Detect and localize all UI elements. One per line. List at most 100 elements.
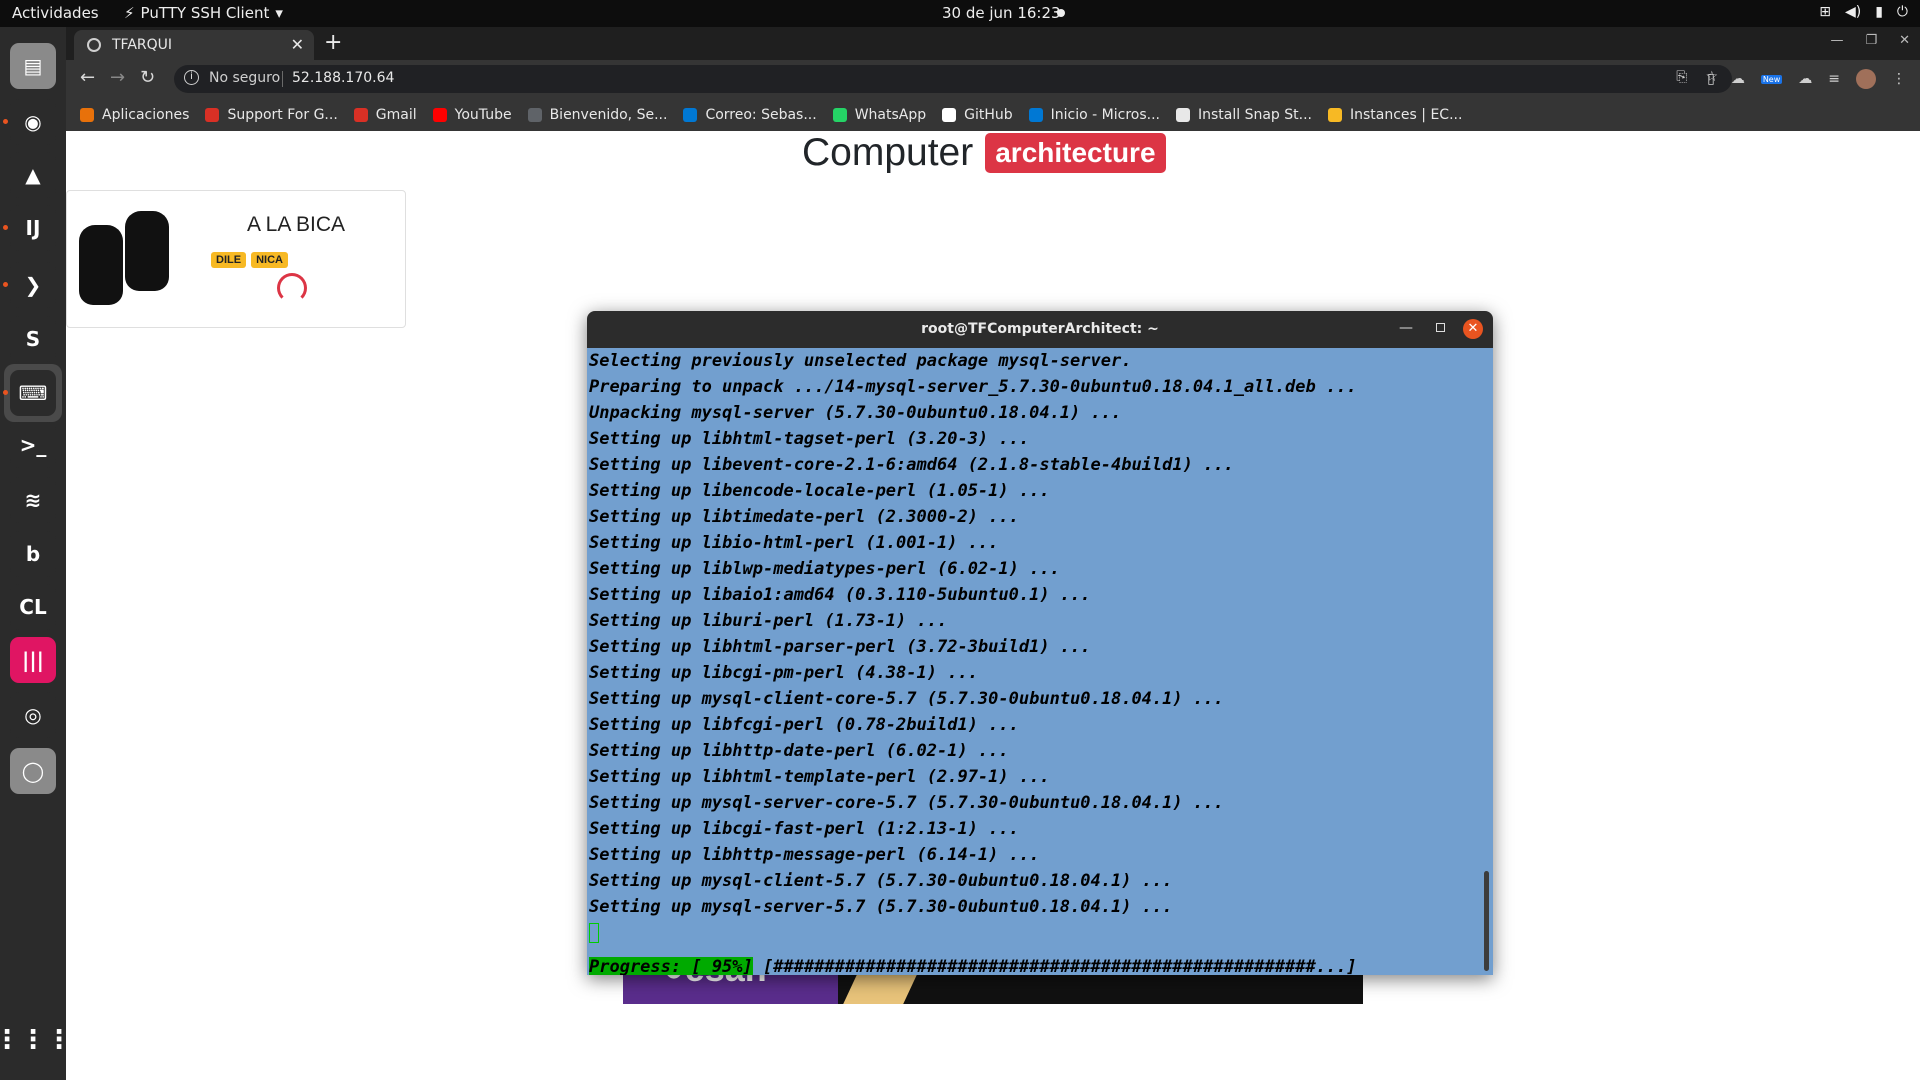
bookmark-item[interactable]: YouTube — [432, 107, 512, 123]
terminal-line: Setting up libfcgi-perl (0.78-2build1) .… — [589, 715, 1019, 735]
vscode-icon[interactable]: ❯ — [10, 262, 56, 308]
address-bar[interactable]: i No seguro 52.188.170.64 ⎘ ☆ — [174, 65, 1732, 93]
extension-icon[interactable]: ☁ — [1731, 71, 1745, 87]
terminal-icon[interactable]: >_ — [10, 422, 56, 468]
restore-icon[interactable]: ❐ — [1865, 33, 1877, 48]
running-indicator — [3, 390, 8, 395]
bookmark-item[interactable]: Bienvenido, Se... — [527, 107, 667, 123]
bookmark-item[interactable]: Install Snap St... — [1175, 106, 1312, 123]
activities-button[interactable]: Actividades — [12, 4, 99, 22]
terminal-line: Setting up mysql-client-core-5.7 (5.7.30… — [589, 689, 1224, 709]
bookmark-item[interactable]: Gmail — [353, 106, 417, 123]
forward-icon[interactable]: → — [110, 67, 125, 88]
terminal-line: Setting up libcgi-pm-perl (4.38-1) ... — [589, 663, 978, 683]
terminal-line: Selecting previously unselected package … — [589, 351, 1132, 371]
globe-icon — [87, 38, 101, 52]
volume-icon: ◀) — [1844, 4, 1862, 20]
power-icon: ⏻ — [1896, 4, 1908, 20]
bookmark-label: Install Snap St... — [1197, 106, 1312, 123]
chevron-down-icon: ▾ — [275, 4, 283, 22]
bookmark-item[interactable]: Support For G... — [205, 106, 338, 123]
scrollbar-thumb[interactable] — [1484, 871, 1489, 971]
tab-close-icon[interactable]: ✕ — [291, 35, 304, 54]
heading-badge: architecture — [985, 133, 1166, 173]
terminal-line: Setting up mysql-client-5.7 (5.7.30-0ubu… — [589, 871, 1173, 891]
chrome-icon[interactable]: ◉ — [10, 99, 56, 145]
reload-icon[interactable]: ↻ — [140, 67, 155, 88]
bookmark-label: Gmail — [375, 106, 417, 123]
bookmark-item[interactable]: Instances | EC... — [1327, 106, 1463, 123]
new-tab-button[interactable]: + — [324, 30, 342, 55]
minimize-icon[interactable]: — — [1830, 33, 1843, 48]
browser-toolbar: ← → ↻ i No seguro 52.188.170.64 ⎘ ☆ ▯ ☁ … — [66, 60, 1920, 98]
terminal-titlebar[interactable]: root@TFComputerArchitect: ~ — ✕ — [587, 311, 1493, 348]
progress-line: Progress: [ 95%] [######################… — [589, 954, 1357, 975]
terminal-line: Setting up libencode-locale-perl (1.05-1… — [589, 481, 1050, 501]
minimize-icon[interactable]: — — [1399, 320, 1413, 336]
bookmark-favicon-icon — [1175, 107, 1190, 122]
show-apps-icon[interactable]: ⋮⋮⋮ — [0, 1017, 72, 1063]
terminal-output[interactable]: Selecting previously unselected package … — [587, 348, 1481, 975]
info-icon[interactable]: i — [184, 70, 199, 85]
terminal-line: Setting up libaio1:amd64 (0.3.110-5ubunt… — [589, 585, 1091, 605]
bookmark-item[interactable]: Inicio - Micros... — [1028, 107, 1160, 123]
media-icon[interactable]: ≡ — [1828, 71, 1840, 87]
clock[interactable]: 30 de jun 16:23 — [942, 4, 1061, 22]
divider — [282, 71, 283, 87]
translate-icon[interactable]: ⎘ — [1676, 69, 1687, 85]
bookmark-favicon-icon — [432, 107, 447, 122]
back-icon[interactable]: ← — [80, 67, 95, 88]
bookmark-item[interactable]: Correo: Sebas... — [683, 106, 817, 123]
close-icon[interactable]: ✕ — [1463, 319, 1483, 339]
card-title: A LA BICA — [247, 213, 346, 236]
terminal-line: Setting up libhtml-tagset-perl (3.20-3) … — [589, 429, 1030, 449]
system-tray[interactable]: ⊞ ◀) ▮ ⏻ — [1819, 4, 1908, 20]
terminal-line: Unpacking mysql-server (5.7.30-0ubuntu0.… — [589, 403, 1122, 423]
extension-icon[interactable]: ▯ — [1707, 71, 1715, 87]
terminal-line: Setting up libhtml-template-perl (2.97-1… — [589, 767, 1050, 787]
obs-icon[interactable]: ◎ — [10, 692, 56, 738]
bookmark-item[interactable]: Aplicaciones — [80, 107, 189, 123]
avatar[interactable] — [1856, 69, 1876, 89]
app-menu[interactable]: ⚡ PuTTY SSH Client ▾ — [124, 4, 283, 22]
intellij-icon[interactable]: IJ — [10, 205, 56, 251]
close-icon[interactable]: ✕ — [1899, 33, 1910, 48]
bitwarden-icon[interactable]: b — [10, 531, 56, 577]
maximize-icon[interactable] — [1436, 323, 1445, 332]
product-card[interactable]: A LA BICA DILE NICA — [66, 190, 406, 328]
terminal-line: Setting up liburi-perl (1.73-1) ... — [589, 611, 948, 631]
browser-tab[interactable]: TFARQUI ✕ — [74, 30, 314, 60]
bookmark-favicon-icon — [353, 107, 368, 122]
cloud-icon[interactable]: ☁ — [1798, 71, 1812, 87]
terminal-line: Setting up liblwp-mediatypes-perl (6.02-… — [589, 559, 1060, 579]
terminal-window[interactable]: root@TFComputerArchitect: ~ — ✕ Selectin… — [587, 311, 1493, 975]
bookmark-label: Instances | EC... — [1349, 106, 1463, 123]
page-heading: Computer — [802, 131, 974, 174]
bookmark-label: Correo: Sebas... — [705, 106, 817, 123]
app-menu-label: PuTTY SSH Client — [140, 4, 270, 22]
url-text[interactable]: 52.188.170.64 — [292, 70, 394, 86]
bookmark-item[interactable]: WhatsApp — [832, 107, 926, 123]
files-icon[interactable]: ▤ — [10, 43, 56, 89]
dock: ▤ ◉ ▲ IJ ❯ S ⌨ >_ ≋ b CL ||| ◎ ◯ ⋮⋮⋮ — [0, 27, 72, 1080]
bookmark-favicon-icon — [683, 107, 698, 122]
bookmark-label: Support For G... — [227, 106, 338, 123]
bookmark-label: GitHub — [964, 106, 1013, 123]
sublime-icon[interactable]: S — [10, 316, 56, 362]
disk-icon[interactable]: ◯ — [10, 748, 56, 794]
security-label[interactable]: No seguro — [209, 70, 280, 86]
network-icon: ⊞ — [1819, 4, 1831, 20]
running-indicator — [3, 225, 8, 230]
terminal-line: Setting up libcgi-fast-perl (1:2.13-1) .… — [589, 819, 1019, 839]
new-badge[interactable]: New — [1760, 74, 1783, 84]
bookmark-label: Aplicaciones — [102, 106, 190, 123]
putty-icon[interactable]: ⌨ — [10, 370, 56, 416]
terminal-line: Setting up libio-html-perl (1.001-1) ... — [589, 533, 999, 553]
putty-icon: ⚡ — [124, 4, 135, 22]
audio-app-icon[interactable]: ||| — [10, 637, 56, 683]
clion-icon[interactable]: CL — [10, 584, 56, 630]
android-studio-icon[interactable]: ▲ — [10, 152, 56, 198]
spotify-icon[interactable]: ≋ — [10, 477, 56, 523]
bookmark-item[interactable]: GitHub — [942, 107, 1013, 123]
menu-icon[interactable]: ⋮ — [1892, 71, 1906, 87]
